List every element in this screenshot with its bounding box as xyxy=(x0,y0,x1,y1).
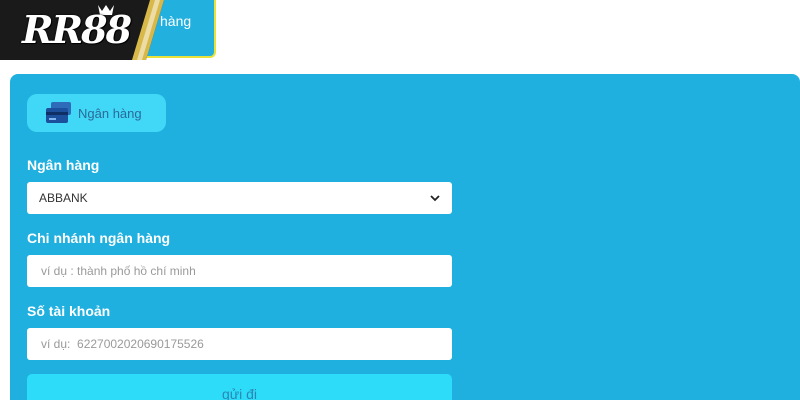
chevron-down-icon xyxy=(430,194,440,201)
submit-button[interactable]: gửi đi xyxy=(27,374,452,400)
account-number-input[interactable] xyxy=(39,336,440,352)
bank-select-value: ABBANK xyxy=(39,191,88,205)
branch-field[interactable] xyxy=(27,255,452,287)
logo-text: RR88 xyxy=(21,7,132,52)
bank-card-icon xyxy=(46,102,71,123)
top-tab-label[interactable]: hàng xyxy=(160,13,191,29)
branch-label: Chi nhánh ngân hàng xyxy=(27,230,171,246)
account-number-label: Số tài khoản xyxy=(27,303,111,319)
withdraw-panel: Ngân hàng Ngân hàng ABBANK Chi nhánh ngâ… xyxy=(10,74,800,400)
method-bank-button[interactable]: Ngân hàng xyxy=(27,94,166,132)
bank-label: Ngân hàng xyxy=(27,157,100,173)
branch-input[interactable] xyxy=(39,263,440,279)
app-root: hàng RR88 Ngân hàng Ngân hàng ABBANK Chi… xyxy=(0,0,800,400)
bank-select[interactable]: ABBANK xyxy=(27,182,452,214)
brand-logo[interactable]: RR88 xyxy=(0,0,164,60)
account-number-field[interactable] xyxy=(27,328,452,360)
method-bank-label: Ngân hàng xyxy=(78,105,142,121)
